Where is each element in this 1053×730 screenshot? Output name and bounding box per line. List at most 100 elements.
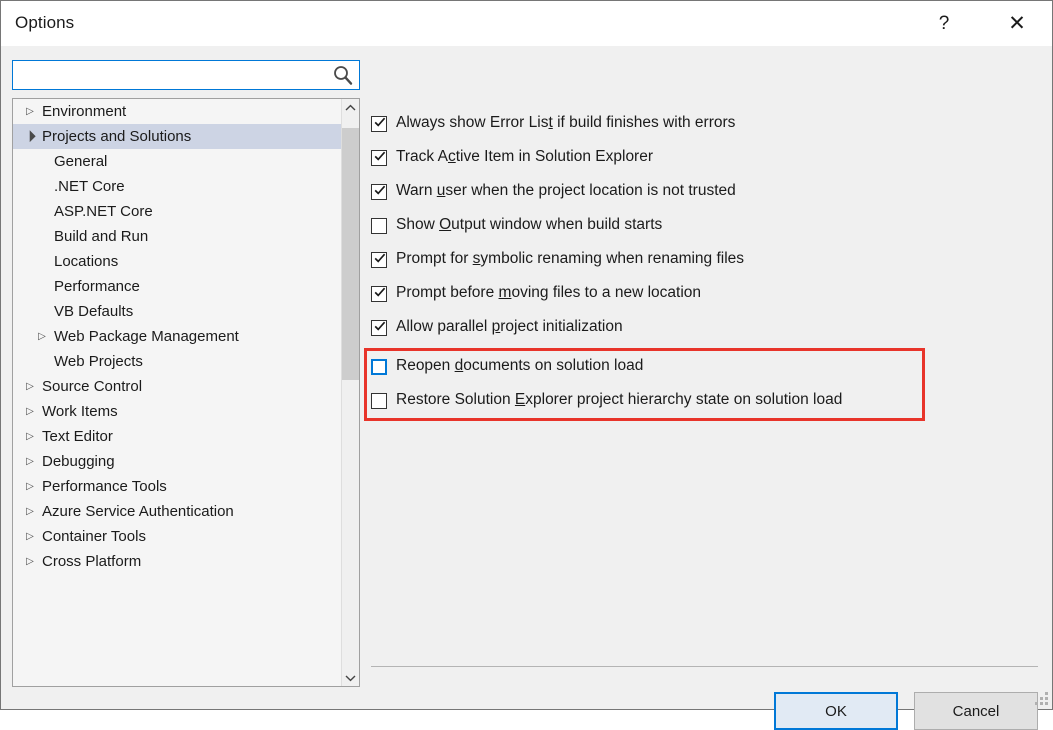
- tree-item-general[interactable]: General: [13, 149, 342, 174]
- expander-expanded-icon[interactable]: ◢: [20, 126, 41, 147]
- checkbox-label: Always show Error List if build finishes…: [387, 112, 735, 134]
- tree-item-label: Web Package Management: [51, 328, 239, 345]
- footer-buttons: OK Cancel: [774, 692, 1038, 730]
- help-button[interactable]: ?: [921, 1, 967, 46]
- label-accelerator: c: [448, 148, 456, 165]
- checkbox-label: Allow parallel project initialization: [387, 316, 623, 338]
- tree-item-label: VB Defaults: [51, 303, 133, 320]
- search-box[interactable]: [12, 60, 360, 90]
- tree-item-projects-and-solutions[interactable]: ◢Projects and Solutions: [13, 124, 342, 149]
- checkbox-allow-parallel-project-initialization[interactable]: Allow parallel project initialization: [371, 316, 1038, 350]
- close-icon: ✕: [1008, 13, 1026, 34]
- checkbox-track-active-item-in[interactable]: Track Active Item in Solution Explorer: [371, 146, 1038, 180]
- label-text-before: Prompt before: [396, 284, 499, 301]
- checkbox-label: Warn user when the project location is n…: [387, 180, 736, 202]
- label-text-after: if build finishes with errors: [553, 114, 736, 131]
- tree-list: ▷Environment◢Projects and SolutionsGener…: [13, 99, 342, 686]
- search-input[interactable]: [13, 61, 359, 89]
- question-mark-icon: ?: [939, 14, 950, 33]
- label-text-after: tive Item in Solution Explorer: [456, 148, 653, 165]
- expander-collapsed-icon[interactable]: ▷: [21, 557, 39, 567]
- label-text-after: roject initialization: [500, 318, 622, 335]
- checkbox-warn-user-when-the[interactable]: Warn user when the project location is n…: [371, 180, 1038, 214]
- checkbox-checked-icon[interactable]: [371, 150, 387, 166]
- checkbox-unchecked-icon[interactable]: [371, 393, 387, 409]
- title-bar: Options ? ✕: [1, 1, 1052, 46]
- resize-grip[interactable]: [1034, 691, 1048, 705]
- expander-collapsed-icon[interactable]: ▷: [21, 482, 39, 492]
- tree-item-label: Work Items: [39, 403, 118, 420]
- tree-item-label: Performance: [51, 278, 140, 295]
- expander-collapsed-icon[interactable]: ▷: [21, 107, 39, 117]
- checkbox-label: Reopen documents on solution load: [387, 355, 643, 377]
- ok-button[interactable]: OK: [774, 692, 898, 730]
- checkbox-always-show-error-list[interactable]: Always show Error List if build finishes…: [371, 112, 1038, 146]
- left-pane: ▷Environment◢Projects and SolutionsGener…: [12, 60, 360, 687]
- label-text-before: Track A: [396, 148, 448, 165]
- scrollbar-thumb[interactable]: [342, 128, 359, 380]
- checkbox-show-output-window-when[interactable]: Show Output window when build starts: [371, 214, 1038, 248]
- tree-item-environment[interactable]: ▷Environment: [13, 99, 342, 124]
- tree-scrollbar[interactable]: [341, 99, 359, 686]
- options-tree[interactable]: ▷Environment◢Projects and SolutionsGener…: [12, 98, 360, 687]
- tree-item-build-and-run[interactable]: Build and Run: [13, 224, 342, 249]
- tree-item-web-package-management[interactable]: ▷Web Package Management: [13, 324, 342, 349]
- checkbox-list: Always show Error List if build finishes…: [371, 112, 1038, 423]
- checkbox-restore-solution-explorer-project[interactable]: Restore Solution Explorer project hierar…: [371, 389, 1038, 423]
- tree-item-vb-defaults[interactable]: VB Defaults: [13, 299, 342, 324]
- checkbox-checked-icon[interactable]: [371, 320, 387, 336]
- tree-item-container-tools[interactable]: ▷Container Tools: [13, 524, 342, 549]
- tree-item-locations[interactable]: Locations: [13, 249, 342, 274]
- checkbox-unchecked-icon[interactable]: [371, 218, 387, 234]
- tree-item-cross-platform[interactable]: ▷Cross Platform: [13, 549, 342, 574]
- expander-collapsed-icon[interactable]: ▷: [21, 457, 39, 467]
- expander-collapsed-icon[interactable]: ▷: [21, 507, 39, 517]
- tree-item-label: .NET Core: [51, 178, 125, 195]
- cancel-button[interactable]: Cancel: [914, 692, 1038, 730]
- checkbox-checked-icon[interactable]: [371, 252, 387, 268]
- checkbox-reopen-documents-on-solution[interactable]: Reopen documents on solution load: [371, 355, 1038, 389]
- checkbox-prompt-for-symbolic-renaming[interactable]: Prompt for symbolic renaming when renami…: [371, 248, 1038, 282]
- label-text-before: Prompt for: [396, 250, 473, 267]
- label-text-before: Show: [396, 216, 439, 233]
- tree-item-label: Build and Run: [51, 228, 148, 245]
- label-text-before: Warn: [396, 182, 437, 199]
- footer-separator: [371, 666, 1038, 667]
- tree-item-asp-net-core[interactable]: ASP.NET Core: [13, 199, 342, 224]
- label-accelerator: m: [499, 284, 512, 301]
- expander-collapsed-icon[interactable]: ▷: [21, 382, 39, 392]
- close-button[interactable]: ✕: [994, 1, 1040, 46]
- expander-collapsed-icon[interactable]: ▷: [21, 532, 39, 542]
- checkbox-prompt-before-moving-files[interactable]: Prompt before moving files to a new loca…: [371, 282, 1038, 316]
- tree-item-label: Projects and Solutions: [39, 128, 191, 145]
- checkbox-label: Prompt before moving files to a new loca…: [387, 282, 701, 304]
- checkbox-checked-icon[interactable]: [371, 116, 387, 132]
- label-accelerator: E: [515, 391, 525, 408]
- tree-item-net-core[interactable]: .NET Core: [13, 174, 342, 199]
- scroll-up-icon[interactable]: [342, 99, 359, 116]
- scroll-down-icon[interactable]: [342, 669, 359, 686]
- tree-item-web-projects[interactable]: Web Projects: [13, 349, 342, 374]
- tree-item-performance-tools[interactable]: ▷Performance Tools: [13, 474, 342, 499]
- label-text-after: utput window when build starts: [451, 216, 662, 233]
- tree-item-work-items[interactable]: ▷Work Items: [13, 399, 342, 424]
- tree-item-performance[interactable]: Performance: [13, 274, 342, 299]
- checkbox-checked-icon[interactable]: [371, 184, 387, 200]
- tree-item-label: Azure Service Authentication: [39, 503, 234, 520]
- expander-collapsed-icon[interactable]: ▷: [21, 407, 39, 417]
- tree-item-source-control[interactable]: ▷Source Control: [13, 374, 342, 399]
- checkbox-unchecked-icon[interactable]: [371, 359, 387, 375]
- label-text-after: xplorer project hierarchy state on solut…: [525, 391, 842, 408]
- checkbox-label: Restore Solution Explorer project hierar…: [387, 389, 842, 411]
- tree-item-label: Locations: [51, 253, 118, 270]
- tree-item-debugging[interactable]: ▷Debugging: [13, 449, 342, 474]
- expander-collapsed-icon[interactable]: ▷: [21, 432, 39, 442]
- checkbox-checked-icon[interactable]: [371, 286, 387, 302]
- tree-item-text-editor[interactable]: ▷Text Editor: [13, 424, 342, 449]
- tree-item-label: Container Tools: [39, 528, 146, 545]
- checkbox-label: Prompt for symbolic renaming when renami…: [387, 248, 744, 270]
- label-accelerator: p: [492, 318, 501, 335]
- tree-item-azure-service-authentication[interactable]: ▷Azure Service Authentication: [13, 499, 342, 524]
- label-accelerator: d: [455, 357, 464, 374]
- expander-collapsed-icon[interactable]: ▷: [33, 332, 51, 342]
